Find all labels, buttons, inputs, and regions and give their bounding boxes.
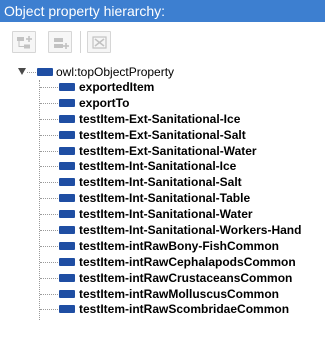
object-property-icon: [59, 162, 75, 171]
add-sibling-property-icon: [54, 38, 69, 49]
tree-connector: [40, 102, 58, 104]
add-sub-property-button[interactable]: [12, 31, 36, 53]
tree-node-label: testItem-intRawCephalapodsCommon: [79, 254, 296, 269]
panel-title: Object property hierarchy:: [0, 0, 325, 22]
object-property-icon: [59, 178, 75, 187]
add-sub-property-icon: [17, 36, 32, 49]
tree-node-child[interactable]: testItem-Int-Sanitational-Salt: [0, 174, 325, 190]
tree-node-label: testItem-Int-Sanitational-Ice: [79, 159, 237, 174]
object-property-icon: [59, 305, 75, 314]
tree-node-child[interactable]: testItem-Int-Sanitational-Water: [0, 206, 325, 222]
tree-connector: [40, 150, 58, 152]
object-property-icon: [59, 210, 75, 219]
tree-connector: [40, 214, 58, 216]
add-sibling-property-button[interactable]: [48, 31, 72, 53]
toolbar: [0, 22, 325, 60]
property-tree[interactable]: owl:topObjectProperty exportedItem export…: [0, 60, 325, 337]
tree-node-label: exportedItem: [79, 80, 155, 94]
object-property-icon: [59, 146, 75, 155]
tree-node-label: testItem-Int-Sanitational-Salt: [79, 175, 242, 190]
tree-connector: [27, 72, 36, 73]
tree-node-label: testItem-Int-Sanitational-Water: [79, 207, 253, 222]
tree-connector: [40, 198, 58, 200]
tree-node-label: testItem-Int-Sanitational-Workers-Hand: [79, 223, 302, 238]
tree-node-child[interactable]: testItem-Ext-Sanitational-Ice: [0, 111, 325, 127]
tree-connector: [40, 230, 58, 232]
object-property-icon: [59, 130, 75, 139]
tree-node-label: testItem-intRawCrustaceansCommon: [79, 270, 293, 285]
tree-node-label: testItem-Ext-Sanitational-Water: [79, 143, 257, 158]
tree-node-child[interactable]: testItem-intRawCephalapodsCommon: [0, 254, 325, 270]
tree-node-child[interactable]: testItem-intRawMolluscusCommon: [0, 286, 325, 302]
tree-node-child[interactable]: testItem-Int-Sanitational-Table: [0, 190, 325, 206]
tree-node-label: testItem-Ext-Sanitational-Salt: [79, 127, 246, 142]
object-property-icon: [59, 273, 75, 282]
object-property-icon: [59, 98, 75, 107]
object-property-icon: [59, 114, 75, 123]
object-property-icon: [59, 194, 75, 203]
tree-node-label: testItem-Ext-Sanitational-Ice: [79, 111, 241, 126]
object-property-icon: [59, 241, 75, 250]
object-property-icon: [59, 257, 75, 266]
tree-node-child[interactable]: testItem-Int-Sanitational-Ice: [0, 158, 325, 174]
tree-node-label: testItem-intRawScombridaeCommon: [79, 302, 290, 317]
tree-connector: [40, 277, 58, 279]
tree-node-child[interactable]: exportTo: [0, 95, 325, 111]
tree-node-label: testItem-intRawBony-FishCommon: [79, 238, 280, 253]
tree-connector: [40, 118, 58, 120]
tree-node-child[interactable]: testItem-intRawBony-FishCommon: [0, 238, 325, 254]
tree-node-child[interactable]: testItem-Int-Sanitational-Workers-Hand: [0, 222, 325, 238]
tree-connector: [40, 87, 58, 88]
tree-node-child[interactable]: testItem-intRawCrustaceansCommon: [0, 270, 325, 286]
tree-node-label: exportTo: [79, 95, 130, 110]
tree-connector: [40, 245, 58, 247]
tree-connector: [40, 261, 58, 263]
tree-node-child[interactable]: testItem-Ext-Sanitational-Water: [0, 143, 325, 159]
tree-connector: [40, 166, 58, 168]
tree-node-label: owl:topObjectProperty: [56, 65, 175, 79]
tree-node-child[interactable]: testItem-intRawScombridaeCommon: [0, 301, 325, 317]
tree-node-child[interactable]: testItem-Ext-Sanitational-Salt: [0, 127, 325, 143]
tree-node-root[interactable]: owl:topObjectProperty: [0, 64, 325, 80]
object-property-icon: [37, 68, 53, 76]
tree-node-label: testItem-intRawMolluscusCommon: [79, 286, 280, 301]
tree-node-label: testItem-Int-Sanitational-Table: [79, 191, 251, 206]
delete-property-button[interactable]: [87, 31, 111, 53]
tree-connector: [40, 309, 58, 311]
tree-connector: [40, 182, 58, 184]
child-property-list: exportedItem exportTo testItem-Ext-Sanitat…: [0, 79, 325, 317]
expand-toggle-icon[interactable]: [18, 68, 26, 75]
toolbar-separator: [80, 31, 81, 53]
object-property-icon: [59, 83, 75, 91]
object-property-icon: [59, 289, 75, 298]
tree-connector: [40, 134, 58, 136]
object-property-hierarchy-panel: Object property hierarchy: owl:topObject…: [0, 0, 325, 337]
object-property-icon: [59, 226, 75, 235]
tree-node-child[interactable]: exportedItem: [0, 79, 325, 95]
tree-connector: [40, 293, 58, 295]
delete-property-icon: [92, 36, 107, 49]
